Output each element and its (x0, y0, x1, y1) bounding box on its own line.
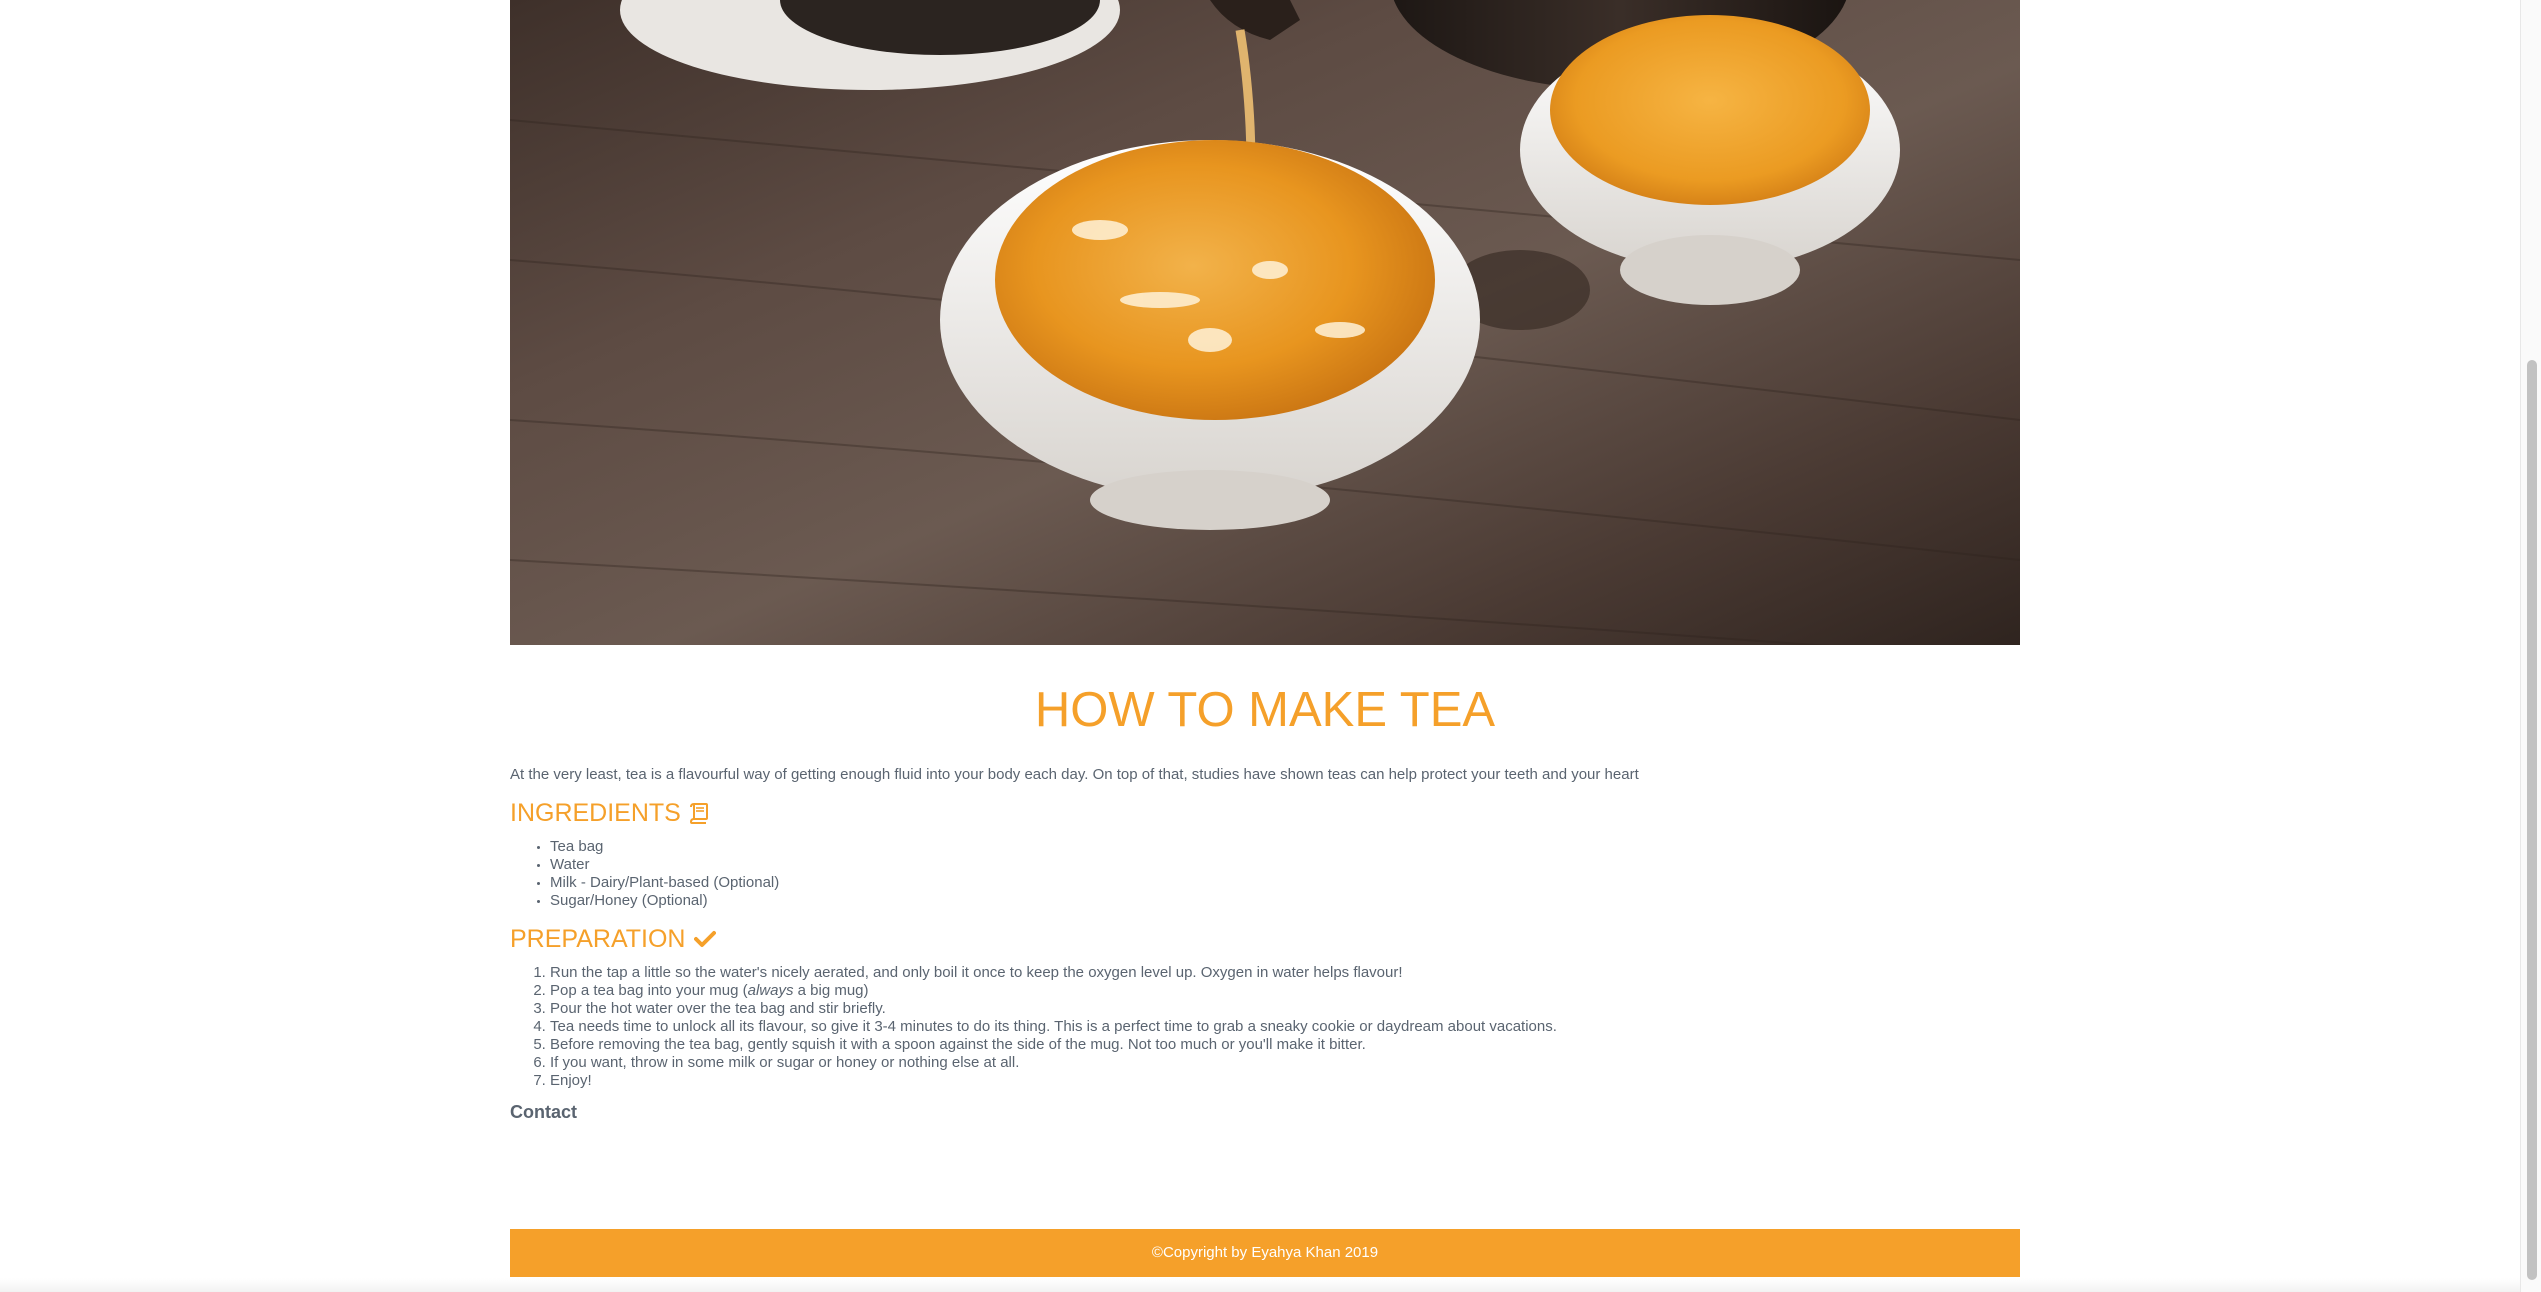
list-item: Tea bag (550, 838, 2020, 856)
hero-image (510, 0, 2020, 645)
page: HOW TO MAKE TEA At the very least, tea i… (0, 0, 2541, 1292)
list-item: If you want, throw in some milk or sugar… (550, 1054, 2020, 1072)
list-item: Run the tap a little so the water's nice… (550, 964, 2020, 982)
preparation-heading: PREPARATION (510, 924, 2020, 954)
contact-link[interactable]: Contact (510, 1102, 577, 1123)
list-item: Milk - Dairy/Plant-based (Optional) (550, 874, 2020, 892)
list-item: Pop a tea bag into your mug (always a bi… (550, 982, 2020, 1000)
list-item: Before removing the tea bag, gently squi… (550, 1036, 2020, 1054)
main-container: HOW TO MAKE TEA At the very least, tea i… (510, 0, 2020, 1123)
list-item: Water (550, 856, 2020, 874)
intro-text: At the very least, tea is a flavourful w… (510, 766, 1639, 783)
scrollbar-thumb[interactable] (2527, 360, 2537, 1280)
emphasis-always: always (747, 982, 794, 999)
footer: ©Copyright by Eyahya Khan 2019 (510, 1229, 2020, 1277)
list-item: Enjoy! (550, 1072, 2020, 1090)
list-item: Pour the hot water over the tea bag and … (550, 1000, 2020, 1018)
copyright-text: ©Copyright by Eyahya Khan 2019 (1151, 1244, 1379, 1261)
vertical-scrollbar[interactable] (2520, 0, 2541, 1292)
ingredients-heading-label: INGREDIENTS (510, 799, 681, 827)
ingredients-list: Tea bag Water Milk - Dairy/Plant-based (… (510, 838, 2020, 910)
ingredients-heading: INGREDIENTS (510, 798, 2020, 828)
window-shadow (0, 1278, 2521, 1292)
check-icon (693, 930, 716, 948)
list-item: Sugar/Honey (Optional) (550, 892, 2020, 910)
page-title: HOW TO MAKE TEA (1034, 683, 1496, 737)
preparation-steps: Run the tap a little so the water's nice… (510, 964, 2020, 1090)
book-icon (689, 802, 709, 824)
preparation-heading-label: PREPARATION (510, 925, 686, 953)
list-item: Tea needs time to unlock all its flavour… (550, 1018, 2020, 1036)
